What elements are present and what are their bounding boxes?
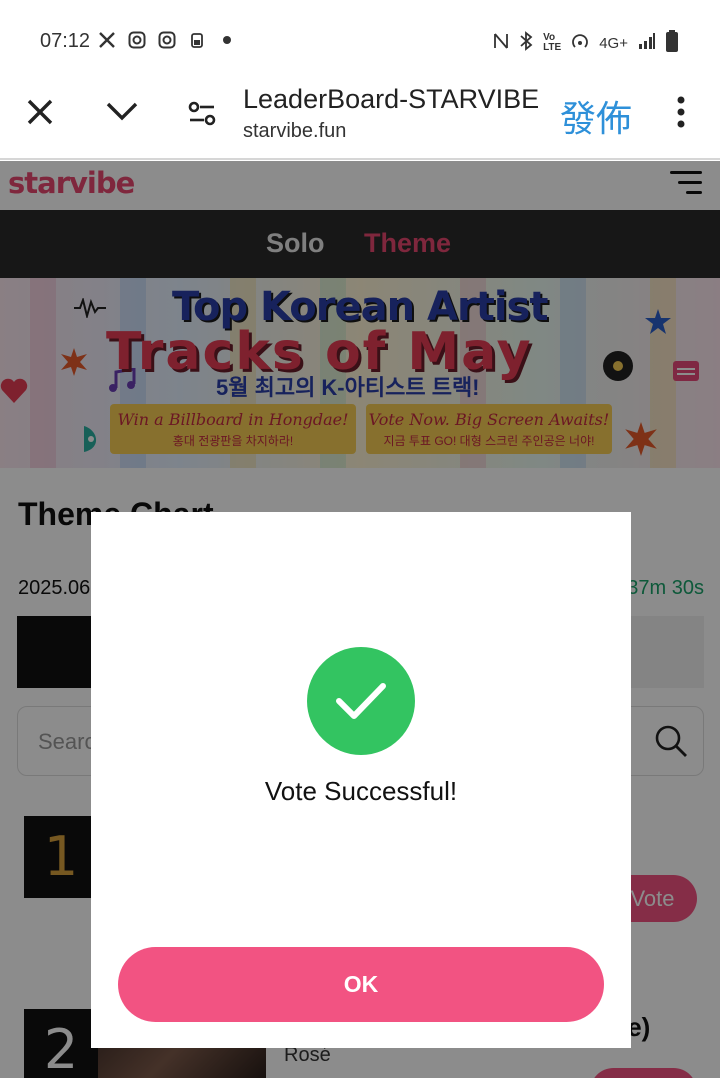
status-notification-icons	[97, 30, 237, 50]
status-bar: 07:12 Vo LTE 4G+	[0, 0, 720, 84]
success-check-icon	[307, 647, 415, 755]
instagram-icon	[157, 30, 177, 50]
battery-saver-icon	[187, 30, 207, 50]
status-system-icons: Vo LTE 4G+	[493, 30, 678, 56]
volte-icon: Vo LTE	[543, 32, 562, 53]
dot-icon	[217, 30, 237, 50]
page-title: LeaderBoard-STARVIBE	[243, 84, 540, 114]
network-type-label: 4G+	[599, 34, 628, 52]
page-url[interactable]: starvibe.fun	[243, 120, 346, 143]
hotspot-icon	[571, 32, 589, 54]
dialog-message: Vote Successful!	[264, 776, 458, 806]
nfc-icon	[493, 32, 509, 54]
chevron-down-icon[interactable]	[104, 96, 140, 126]
vote-success-dialog: Vote Successful! OK	[91, 512, 631, 1048]
more-options-icon[interactable]	[676, 96, 686, 128]
status-time: 07:12	[40, 30, 91, 52]
close-icon[interactable]	[22, 94, 58, 130]
bluetooth-icon	[519, 31, 533, 55]
ok-button[interactable]: OK	[118, 947, 604, 1022]
browser-toolbar: LeaderBoard-STARVIBE starvibe.fun 發佈	[0, 84, 720, 160]
instagram-icon	[127, 30, 147, 50]
publish-button[interactable]: 發佈	[560, 90, 632, 142]
battery-icon	[666, 30, 678, 56]
site-settings-icon[interactable]	[186, 98, 220, 130]
x-app-icon	[97, 30, 117, 50]
signal-icon	[638, 32, 656, 54]
